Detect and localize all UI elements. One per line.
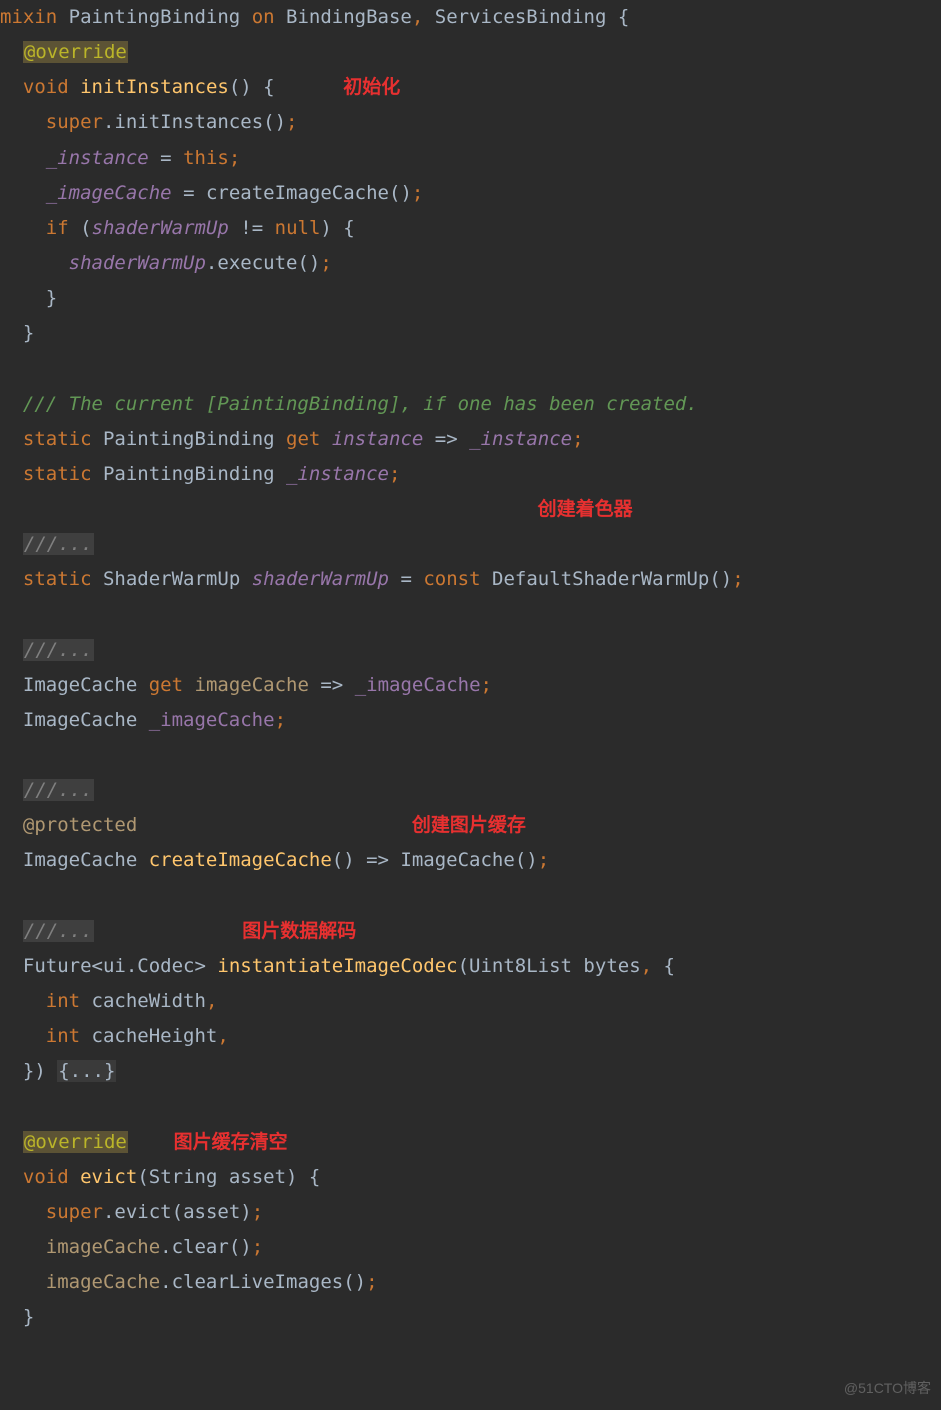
type-ic3: ImageCache: [23, 849, 137, 871]
base1: BindingBase: [286, 6, 412, 28]
kw-void: void: [23, 76, 69, 98]
kw-mixin: mixin: [0, 6, 57, 28]
kw-if: if: [46, 217, 69, 239]
method-init: initInstances: [80, 76, 229, 98]
param-asset: String asset: [149, 1166, 286, 1188]
type-pb2: PaintingBinding: [103, 463, 275, 485]
doc-comment: /// The current [PaintingBinding], if on…: [23, 393, 698, 415]
getter-ic: imageCache: [195, 674, 309, 696]
note-init: 初始化: [343, 76, 400, 98]
kw-null: null: [275, 217, 321, 239]
method-iic: instantiateImageCodec: [217, 955, 457, 977]
kw-get2: get: [149, 674, 183, 696]
anno-override2: @override: [23, 1131, 128, 1153]
call-clear: clear: [172, 1236, 229, 1258]
field-swu: shaderWarmUp: [252, 568, 389, 590]
call-init: initInstances: [114, 111, 263, 133]
type-ic: ImageCache: [23, 674, 137, 696]
kw-void2: void: [23, 1166, 69, 1188]
call-evict: evict: [114, 1201, 171, 1223]
call-create: createImageCache: [206, 182, 389, 204]
type-int2: int: [46, 1025, 80, 1047]
class-name: PaintingBinding: [69, 6, 241, 28]
base2: ServicesBinding: [435, 6, 607, 28]
type-ic2: ImageCache: [23, 709, 137, 731]
ellipsis1: ///...: [23, 533, 94, 555]
getter-name: instance: [332, 428, 424, 450]
kw-on: on: [252, 6, 275, 28]
note-shader: 创建着色器: [538, 498, 633, 520]
field-inst: _instance: [286, 463, 389, 485]
kw-static3: static: [23, 568, 92, 590]
param-cw: cacheWidth: [92, 990, 206, 1012]
code-block: mixin PaintingBinding on BindingBase, Se…: [0, 0, 941, 1340]
kw-super: super: [46, 111, 103, 133]
anno-protected: @protected: [23, 814, 137, 836]
ret-ic: _imageCache: [355, 674, 481, 696]
kw-static2: static: [23, 463, 92, 485]
call-clearlive: clearLiveImages: [172, 1271, 344, 1293]
method-cic: createImageCache: [149, 849, 332, 871]
kw-static: static: [23, 428, 92, 450]
method-evict: evict: [80, 1166, 137, 1188]
kw-super2: super: [46, 1201, 103, 1223]
call-exec: execute: [217, 252, 297, 274]
anno-override: @override: [23, 41, 128, 63]
field-instance: _instance: [46, 147, 149, 169]
type-int1: int: [46, 990, 80, 1012]
param-ch: cacheHeight: [92, 1025, 218, 1047]
ellipsis2: ///...: [23, 639, 94, 661]
ctor-dswu: DefaultShaderWarmUp: [492, 568, 709, 590]
ctor-ic: ImageCache: [400, 849, 514, 871]
note-create: 创建图片缓存: [412, 814, 526, 836]
fold-body[interactable]: {...}: [57, 1060, 116, 1082]
field-ic2: _imageCache: [149, 709, 275, 731]
imagecache-ref: imageCache: [46, 1236, 160, 1258]
kw-get: get: [286, 428, 320, 450]
note-decode: 图片数据解码: [242, 920, 356, 942]
kw-const: const: [423, 568, 480, 590]
ellipsis3: ///...: [23, 779, 94, 801]
field-shader: shaderWarmUp: [92, 217, 229, 239]
ellipsis4: ///...: [23, 920, 94, 942]
watermark: @51CTO博客: [844, 1376, 931, 1402]
arg-asset: asset: [183, 1201, 240, 1223]
getter-ret: _instance: [469, 428, 572, 450]
note-clear: 图片缓存清空: [174, 1131, 288, 1153]
kw-this: this: [183, 147, 229, 169]
param-bytes: Uint8List bytes: [469, 955, 641, 977]
imagecache-ref2: imageCache: [46, 1271, 160, 1293]
field-shader2: shaderWarmUp: [69, 252, 206, 274]
type-swu: ShaderWarmUp: [103, 568, 240, 590]
type-future: Future<ui.Codec>: [23, 955, 206, 977]
type-pb: PaintingBinding: [103, 428, 275, 450]
field-imagecache: _imageCache: [46, 182, 172, 204]
